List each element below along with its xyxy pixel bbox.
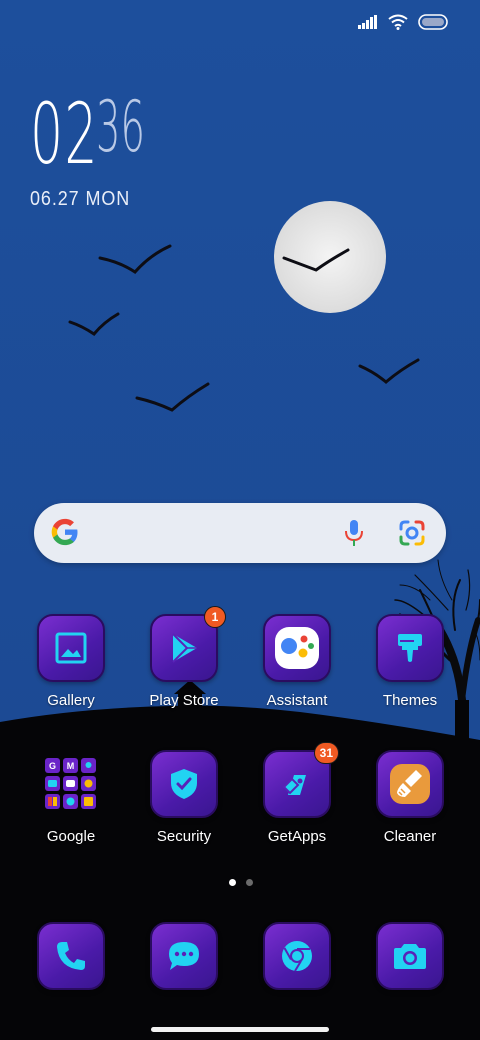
notification-badge: 31 [313,742,339,764]
phone-tile[interactable] [37,922,105,990]
camera-tile[interactable] [376,922,444,990]
app-security[interactable]: Security [134,750,234,845]
cleaner-tile[interactable] [376,750,444,818]
dock-camera[interactable] [360,922,460,990]
chrome-tile[interactable] [263,922,331,990]
app-cleaner[interactable]: Cleaner [360,750,460,845]
wifi-icon [388,14,408,30]
chrome-icon [282,941,312,972]
app-label: Security [156,828,212,845]
clock-minutes: 36 [96,86,145,168]
broom-icon [390,764,430,804]
app-label: Assistant [266,692,328,709]
play-store-icon [172,633,197,663]
getapps-tile[interactable]: 31 [263,742,339,818]
page-indicator [229,879,253,886]
gallery-icon [55,632,87,664]
clock-date: 06.27 MON [30,188,131,210]
phone-icon [57,942,85,970]
app-assistant[interactable]: Assistant [247,614,347,709]
assistant-tile[interactable] [263,614,331,682]
gallery-tile[interactable] [37,614,105,682]
google-g-icon [51,518,78,546]
app-getapps[interactable]: 31 GetApps [247,742,347,845]
messages-icon [169,942,199,970]
app-label: Themes [382,692,438,709]
messages-tile[interactable] [150,922,218,990]
moon [274,201,386,313]
app-label: GetApps [267,828,327,845]
battery-icon [418,14,448,30]
app-gallery[interactable]: Gallery [21,614,121,709]
app-label: Play Store [149,692,219,709]
svg-text:M: M [67,761,75,771]
svg-text:G: G [49,761,56,771]
dock-chrome[interactable] [247,922,347,990]
camera-icon [394,944,426,969]
app-label: Cleaner [383,828,437,845]
notification-badge: 1 [204,606,226,628]
dock-phone[interactable] [21,922,121,990]
folder-google[interactable]: G M Google [21,750,121,845]
google-search-bar[interactable] [34,503,446,563]
getapps-icon [282,775,306,795]
assistant-icon [275,627,319,669]
signal-icon [358,15,377,29]
page-dot [246,879,253,886]
google-folder-icon: G M [45,758,96,809]
google-folder-tile[interactable]: G M [37,750,105,818]
play-store-tile[interactable]: 1 [150,606,226,682]
clock-hours: 02 [30,85,99,183]
security-tile[interactable] [150,750,218,818]
paint-brush-icon [398,634,422,662]
app-label: Gallery [47,692,95,709]
page-dot-active [229,879,236,886]
dock-messages[interactable] [134,922,234,990]
gesture-nav-handle[interactable] [151,1027,329,1032]
themes-tile[interactable] [376,614,444,682]
clock-widget[interactable]: 02 36 06.27 MON [30,85,145,210]
status-bar [358,14,450,30]
app-themes[interactable]: Themes [360,614,460,709]
shield-icon [171,769,197,799]
microphone-icon[interactable] [342,519,366,547]
app-label: Google [46,828,96,845]
app-play-store[interactable]: 1 Play Store [134,606,234,709]
google-lens-icon[interactable] [398,519,426,547]
